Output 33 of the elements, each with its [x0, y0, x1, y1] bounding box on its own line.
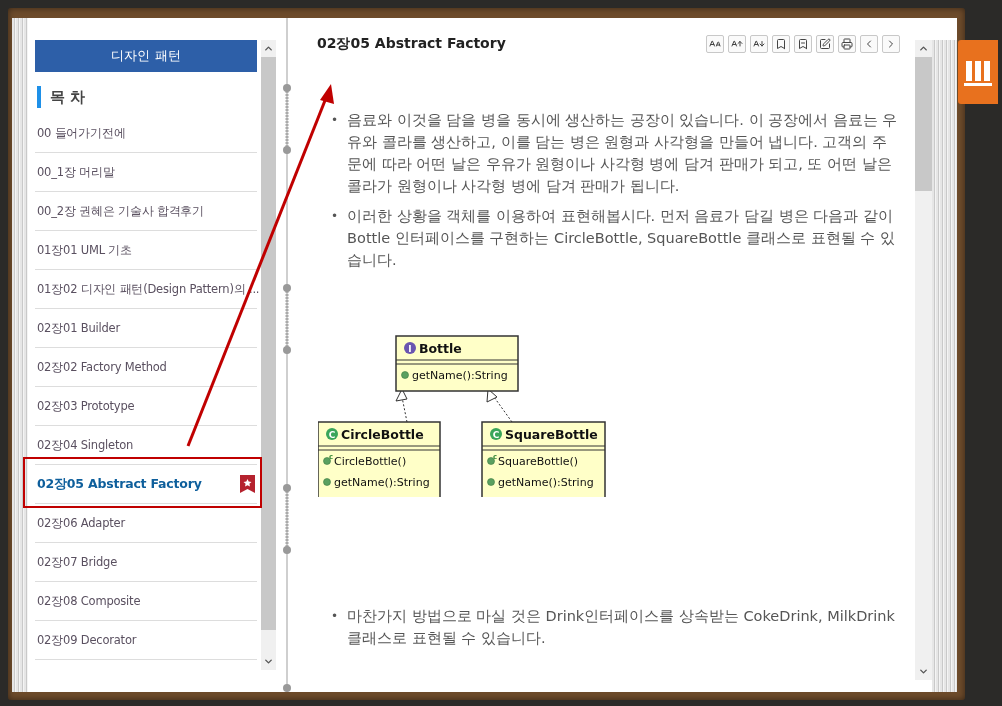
bullet-paragraph: 음료와 이것을 담을 병을 동시에 생산하는 공장이 있습니다. 이 공장에서 음료는 우유와 콜라를 생산하고, 이를 담는 병은 원형과 사각형을 만들어 냅니다. 고객의 주문에 따라 어떤 날은 우유가 원형이나 사각형 병에 담겨 판매가 되고, 또 어떤 날은 콜라가 원형이나 사각형 병에 담겨 판매가 됩니다.: [347, 111, 899, 196]
font-size-icon: [709, 38, 721, 50]
scroll-up-icon[interactable]: [918, 43, 929, 54]
bookshelf-button[interactable]: [958, 40, 998, 104]
bookmark-button[interactable]: [772, 35, 790, 53]
bullet-paragraph: 마찬가지 방법으로 마실 것은 Drink인터페이스를 상속받는 CokeDrink, MilkDrink클래스로 표현될 수 있습니다.: [347, 607, 896, 648]
printer-button[interactable]: [838, 35, 856, 53]
chevron-right-button[interactable]: [882, 35, 900, 53]
font-smaller-button[interactable]: [750, 35, 768, 53]
bullet-marker: •: [331, 208, 339, 225]
font-larger-button[interactable]: [728, 35, 746, 53]
printer-icon: [841, 38, 853, 50]
scroll-down-icon[interactable]: [263, 656, 274, 667]
chapter-title: 02장05 Abstract Factory: [317, 35, 506, 53]
scroll-up-icon[interactable]: [263, 43, 274, 54]
bookmark-minus-button[interactable]: [794, 35, 812, 53]
toc-heading: 목 차: [37, 86, 257, 108]
edit-icon: [819, 38, 831, 50]
uml-class-box: I Bottle getName():String: [395, 335, 519, 392]
book-title: 디자인 패턴: [35, 40, 257, 72]
bookmark-minus-icon: [797, 38, 809, 50]
scrollbar-thumb[interactable]: [915, 57, 932, 191]
bullet-paragraph: 이러한 상황을 객체를 이용하여 표현해봅시다. 먼저 음료가 담길 병은 다음과 같이 Bottle 인터페이스를 구현하는 CircleBottle, SquareBottle 클래스로 표현될 수 있습니다.: [347, 207, 896, 270]
font-larger-icon: [731, 38, 743, 50]
font-smaller-icon: [753, 38, 765, 50]
bullet-marker: •: [331, 112, 339, 129]
bullet-marker: •: [331, 608, 339, 625]
edit-button[interactable]: [816, 35, 834, 53]
scrollbar[interactable]: [915, 40, 932, 680]
bookmark-icon: [775, 38, 787, 50]
font-size-button[interactable]: [706, 35, 724, 53]
scroll-down-icon[interactable]: [918, 666, 929, 677]
bookmark-star-icon: [240, 475, 255, 493]
